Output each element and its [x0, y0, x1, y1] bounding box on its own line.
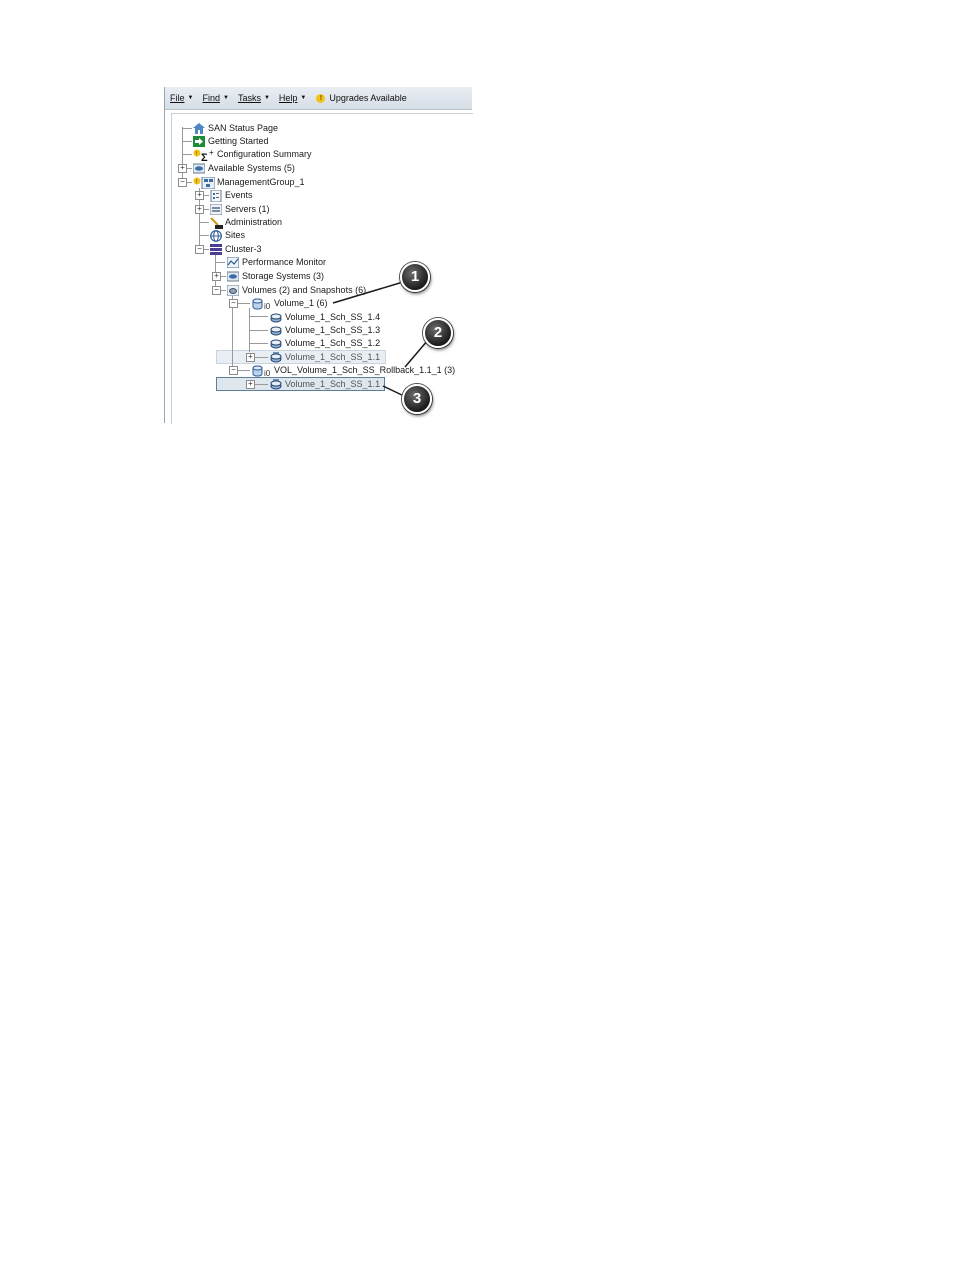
callout-leader-line: [332, 281, 404, 304]
callout-leader-line: [404, 339, 429, 368]
callout-leaders: [332, 281, 429, 397]
callout-badge: 2: [423, 318, 453, 348]
callout-badge: 1: [400, 262, 430, 292]
callout-badge: 3: [402, 384, 432, 414]
callout-leader-line: [382, 385, 405, 397]
